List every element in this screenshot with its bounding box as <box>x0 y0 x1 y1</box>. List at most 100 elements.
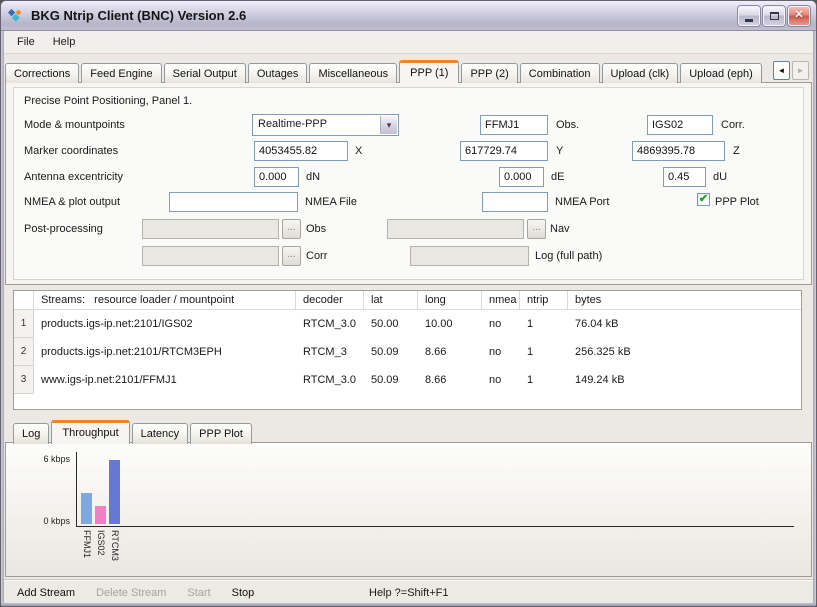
tab-ppp-1[interactable]: PPP (1) <box>399 60 459 83</box>
du-label: dU <box>713 171 727 183</box>
row-number-header <box>14 291 34 310</box>
nmea-port-input[interactable] <box>482 192 548 212</box>
stream-cell: no <box>482 366 520 394</box>
tab-log[interactable]: Log <box>13 423 49 444</box>
minimize-button[interactable] <box>738 6 760 26</box>
title-bar[interactable]: BKG Ntrip Client (BNC) Version 2.6 ✕ <box>1 1 816 31</box>
row-number: 3 <box>14 366 34 394</box>
y-tick-top: 6 kbps <box>8 454 70 464</box>
nmea-port-label: NMEA Port <box>555 196 609 208</box>
chart-x-axis <box>76 526 794 527</box>
tab-ppp-2[interactable]: PPP (2) <box>461 63 517 83</box>
antenna-excentricity-label: Antenna excentricity <box>24 171 123 183</box>
combo-dropdown-button[interactable]: ▾ <box>380 116 397 134</box>
ppp-plot-checkbox[interactable]: ✔ <box>697 193 710 206</box>
stream-row-1[interactable]: 1products.igs-ip.net:2101/IGS02RTCM_3.05… <box>14 310 801 338</box>
chart-bar-rtcm3 <box>109 460 120 524</box>
tab-miscellaneous[interactable]: Miscellaneous <box>309 63 397 83</box>
post-corr-label: Corr <box>306 250 327 262</box>
app-icon <box>7 7 25 25</box>
window-border-left <box>1 29 4 606</box>
tab-corrections[interactable]: Corrections <box>5 63 79 83</box>
chart-category-labels: FFMJ1IGS02RTCM3 <box>81 530 120 572</box>
post-nav-input <box>387 219 524 239</box>
tab-outages[interactable]: Outages <box>248 63 308 83</box>
column-header-bytes: bytes <box>568 291 801 310</box>
column-header-decoder: decoder <box>296 291 364 310</box>
corr-mountpoint-input[interactable] <box>647 115 713 135</box>
maximize-icon <box>770 12 779 20</box>
menu-help[interactable]: Help <box>44 33 85 51</box>
stream-header-row: Streams: resource loader / mountpointdec… <box>14 291 801 310</box>
close-button[interactable]: ✕ <box>788 6 810 26</box>
tab-throughput[interactable]: Throughput <box>51 420 129 444</box>
window-border-right <box>813 29 816 606</box>
tab-scroll-left-button[interactable]: ◄ <box>773 61 790 80</box>
tab-ppp-plot[interactable]: PPP Plot <box>190 423 252 444</box>
y-tick-bottom: 0 kbps <box>8 516 70 526</box>
maximize-button[interactable] <box>763 6 785 26</box>
obs-mountpoint-input[interactable] <box>480 115 548 135</box>
de-label: dE <box>551 171 564 183</box>
ppp-form: Precise Point Positioning, Panel 1. Mode… <box>13 87 804 280</box>
menu-bar: File Help <box>4 31 813 54</box>
post-nav-browse-button[interactable]: ... <box>527 219 546 239</box>
marker-z-label: Z <box>733 145 740 157</box>
tab-upload-eph[interactable]: Upload (eph) <box>680 63 762 83</box>
stream-cell: 50.09 <box>364 338 418 366</box>
stop-button[interactable]: Stop <box>230 585 257 601</box>
window-controls: ✕ <box>738 6 810 26</box>
tab-serial-output[interactable]: Serial Output <box>164 63 246 83</box>
marker-z-input[interactable] <box>632 141 725 161</box>
delete-stream-button[interactable]: Delete Stream <box>94 585 168 601</box>
tab-combination[interactable]: Combination <box>520 63 600 83</box>
arrow-left-icon: ◄ <box>778 66 786 75</box>
stream-cell: RTCM_3.0 <box>296 310 364 338</box>
tab-upload-clk[interactable]: Upload (clk) <box>602 63 679 83</box>
marker-coordinates-label: Marker coordinates <box>24 145 118 157</box>
stream-cell: 8.66 <box>418 366 482 394</box>
stream-row-3[interactable]: 3www.igs-ip.net:2101/FFMJ1RTCM_3.050.098… <box>14 366 801 394</box>
stream-cell: no <box>482 338 520 366</box>
post-obs-browse-button[interactable]: ... <box>282 219 301 239</box>
bottom-toolbar: Add Stream Delete Stream Start Stop Help ?=… <box>4 579 813 605</box>
stream-cell: www.igs-ip.net:2101/FFMJ1 <box>34 366 296 394</box>
marker-y-input[interactable] <box>460 141 548 161</box>
stream-cell: 149.24 kB <box>568 366 801 394</box>
row-number: 1 <box>14 310 34 338</box>
mode-combobox[interactable]: Realtime-PPP ▾ <box>252 114 399 136</box>
post-log-input <box>410 246 529 266</box>
tab-scroll-right-button[interactable]: ► <box>792 61 809 80</box>
help-shortcut-label[interactable]: Help ?=Shift+F1 <box>369 587 449 599</box>
chart-bar-ffmj1 <box>81 493 92 524</box>
marker-x-input[interactable] <box>254 141 348 161</box>
stream-cell: RTCM_3.0 <box>296 366 364 394</box>
tab-feed-engine[interactable]: Feed Engine <box>81 63 161 83</box>
menu-file[interactable]: File <box>8 33 44 51</box>
column-header-lat: lat <box>364 291 418 310</box>
antenna-dn-input[interactable] <box>254 167 299 187</box>
mode-mountpoints-label: Mode & mountpoints <box>24 119 125 131</box>
stream-cell: RTCM_3 <box>296 338 364 366</box>
stream-cell: 10.00 <box>418 310 482 338</box>
antenna-du-input[interactable] <box>663 167 706 187</box>
antenna-de-input[interactable] <box>499 167 544 187</box>
stream-cell: products.igs-ip.net:2101/IGS02 <box>34 310 296 338</box>
stream-cell: 1 <box>520 310 568 338</box>
start-button[interactable]: Start <box>185 585 212 601</box>
ppp-plot-label: PPP Plot <box>715 196 759 208</box>
stream-cell: products.igs-ip.net:2101/RTCM3EPH <box>34 338 296 366</box>
post-corr-browse-button[interactable]: ... <box>282 246 301 266</box>
check-icon: ✔ <box>699 194 708 205</box>
stream-cell: no <box>482 310 520 338</box>
window-title: BKG Ntrip Client (BNC) Version 2.6 <box>31 8 738 23</box>
stream-row-2[interactable]: 2products.igs-ip.net:2101/RTCM3EPHRTCM_3… <box>14 338 801 366</box>
app-window: BKG Ntrip Client (BNC) Version 2.6 ✕ Fil… <box>0 0 817 607</box>
dn-label: dN <box>306 171 320 183</box>
chevron-down-icon: ▾ <box>387 120 392 131</box>
post-log-label: Log (full path) <box>535 250 602 262</box>
window-border-bottom <box>1 603 816 606</box>
tab-latency[interactable]: Latency <box>132 423 189 444</box>
nmea-file-input[interactable] <box>169 192 298 212</box>
add-stream-button[interactable]: Add Stream <box>15 585 77 601</box>
